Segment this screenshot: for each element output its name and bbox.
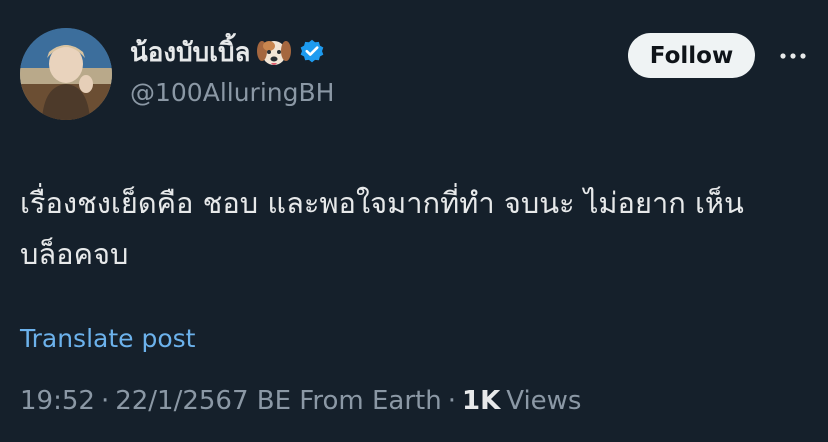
post-meta: 19:52 · 22/1/2567 BE From Earth · 1K Vie… xyxy=(20,386,581,416)
display-name[interactable]: น้องบับเบิ้ล xyxy=(130,32,250,73)
verified-badge-icon[interactable] xyxy=(298,38,326,66)
avatar[interactable] xyxy=(20,28,112,120)
dog-face-icon xyxy=(256,34,292,70)
views-count[interactable]: 1K xyxy=(462,386,500,416)
avatar-photo xyxy=(20,28,112,120)
follow-button[interactable]: Follow xyxy=(628,33,755,78)
meta-separator: · xyxy=(100,386,110,416)
meta-separator: · xyxy=(447,386,456,416)
views-label: Views xyxy=(506,386,582,416)
more-icon[interactable] xyxy=(778,44,808,68)
user-handle[interactable]: @100AlluringBH xyxy=(130,78,334,107)
post-time[interactable]: 19:52 xyxy=(20,386,95,416)
post-date[interactable]: 22/1/2567 BE From Earth xyxy=(115,386,442,416)
translate-post-link[interactable]: Translate post xyxy=(20,324,195,353)
author-name-row: น้องบับเบิ้ล xyxy=(130,32,326,72)
post-text: เรื่องชงเย็ดคือ ชอบ และพอใจมากที่ทำ จบนะ… xyxy=(20,186,744,271)
